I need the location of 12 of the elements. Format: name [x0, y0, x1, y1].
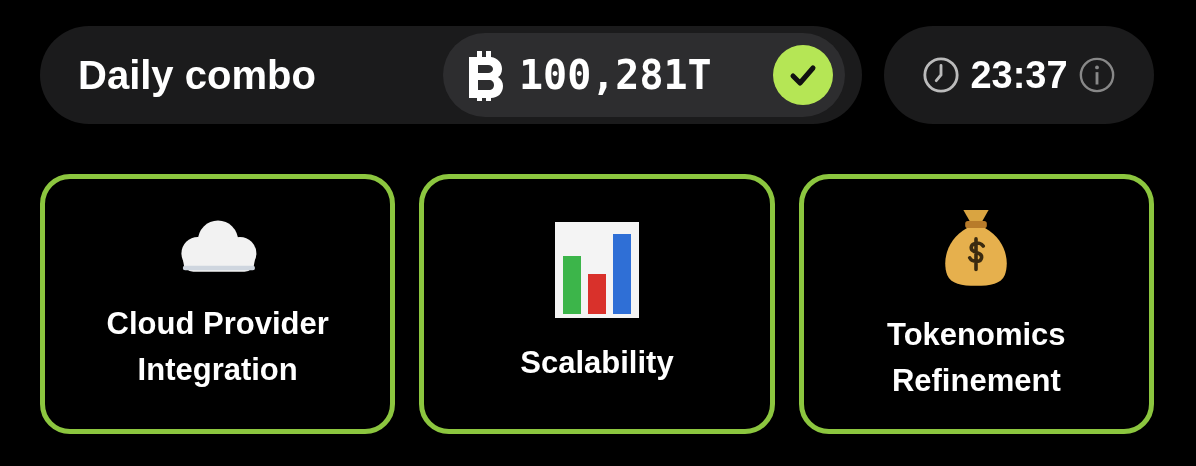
timer-text: 23:37 [970, 53, 1068, 97]
combo-card[interactable]: Cloud Provider Integration [40, 174, 396, 434]
title: Daily combo [78, 52, 316, 98]
card-title: Scalability [519, 343, 675, 382]
reward-amount: 100,281T [519, 52, 713, 98]
bar-chart-icon [555, 221, 639, 318]
info-icon[interactable] [1077, 56, 1116, 94]
clock-icon [922, 56, 961, 94]
card-title: Tokenomics Refinement [886, 315, 1067, 400]
combo-card[interactable]: Scalability [419, 174, 775, 434]
card-title: Cloud Provider Integration [105, 304, 330, 389]
combo-card[interactable]: Tokenomics Refinement [798, 174, 1154, 434]
